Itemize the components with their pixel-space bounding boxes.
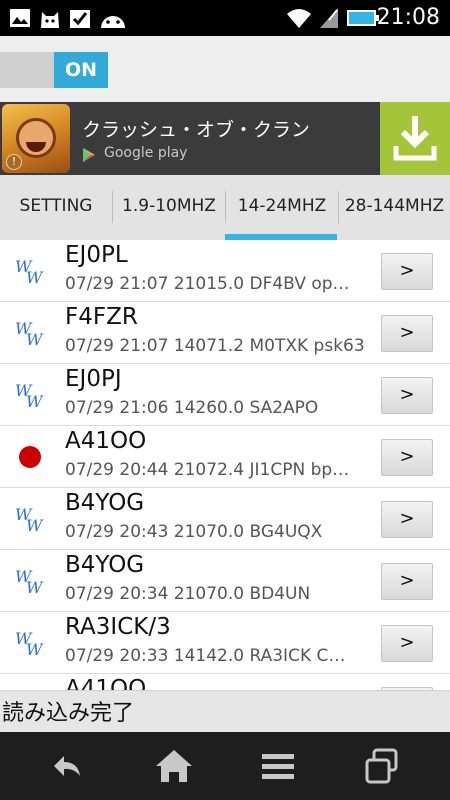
spot-callsign: B4YOG [65,490,145,516]
ww-icon: W W [15,319,44,348]
svg-text:W: W [26,640,44,658]
home-icon[interactable] [152,746,196,786]
svg-text:W: W [26,578,44,596]
spot-callsign: RA3ICK/3 [65,614,171,640]
list-item[interactable]: W W RA3ICK/3 07/29 20:33 14142.0 RA3ICK … [0,612,450,674]
status-bar: 21:08 [0,0,450,36]
spot-detail: 07/29 20:43 21070.0 BG4UQX [65,522,323,542]
spot-detail: 07/29 20:33 14142.0 RA3ICK C… [65,646,346,666]
menu-icon[interactable] [256,746,300,786]
list-item[interactable]: W W F4FZR 07/29 21:07 14071.2 M0TXK psk6… [0,302,450,364]
switch-on-label: ON [54,52,108,88]
spot-detail-button[interactable]: > [381,315,433,352]
band-tabs: SETTING 1.9-10MHZ 14-24MHZ 28-144MHZ [0,175,450,240]
list-item[interactable]: W W EJ0PL 07/29 21:07 21015.0 DF4BV op… … [0,240,450,302]
svg-text:W: W [26,516,44,534]
spot-detail-button[interactable]: > [381,439,433,476]
spot-detail: 07/29 21:07 21015.0 DF4BV op… [65,274,350,294]
spot-detail-button[interactable]: > [381,377,433,414]
load-status-bar: 読み込み完了 [0,690,450,732]
load-status-text: 読み込み完了 [2,701,135,726]
spot-callsign: EJ0PL [65,242,128,268]
ad-title: クラッシュ・オブ・クラン [82,119,311,141]
spot-callsign: B4YOG [65,552,145,578]
spot-detail: 07/29 20:34 21070.0 BD4UN [65,584,311,604]
spot-detail: 07/29 20:44 21072.4 JI1CPN bp… [65,460,350,480]
recent-apps-icon[interactable] [360,746,404,786]
list-item[interactable]: W W EJ0PJ 07/29 21:06 14260.0 SA2APO > [0,364,450,426]
back-icon[interactable] [44,746,88,786]
battery-icon [347,10,379,26]
ww-icon: W W [15,381,44,410]
signal-icon [320,8,338,28]
download-button[interactable] [380,102,450,175]
navigation-bar [0,732,450,800]
android-icon [101,16,125,28]
tab-14-24mhz[interactable]: 14-24MHZ [226,175,338,240]
clock: 21:08 [376,5,440,30]
spot-detail-button[interactable]: > [381,253,433,290]
spot-detail-button[interactable]: > [381,501,433,538]
spot-detail-button[interactable]: > [381,625,433,662]
ww-icon: W W [15,505,44,534]
toggle-row: ON [0,36,450,102]
wifi-icon [287,9,311,28]
store-label: Google play [104,145,188,161]
list-item[interactable]: W W A41OO > [0,674,450,690]
on-off-switch[interactable]: ON [0,52,108,88]
spot-detail: 07/29 21:06 14260.0 SA2APO [65,398,319,418]
spot-list[interactable]: W W EJ0PL 07/29 21:07 21015.0 DF4BV op… … [0,240,450,690]
spot-callsign: A41OO [65,676,147,690]
tab-28-144mhz[interactable]: 28-144MHZ [339,175,450,240]
ad-banner[interactable]: ! クラッシュ・オブ・クラン Google play [0,102,450,175]
image-icon [10,9,30,27]
ww-icon: W W [15,257,44,286]
list-item[interactable]: A41OO 07/29 20:44 21072.4 JI1CPN bp… > [0,426,450,488]
list-item[interactable]: W W B4YOG 07/29 20:34 21070.0 BD4UN > [0,550,450,612]
svg-text:W: W [26,330,44,348]
checkmark-icon [70,10,90,28]
tab-1-9-10mhz[interactable]: 1.9-10MHZ [113,175,225,240]
tab-setting[interactable]: SETTING [0,175,112,240]
cat-icon [41,12,59,28]
ww-icon: W W [15,629,44,658]
spot-detail-button[interactable]: > [381,563,433,600]
spot-callsign: A41OO [65,428,147,454]
japan-flag-icon [19,446,41,468]
app-thumbnail-icon: ! [2,104,70,173]
download-icon [393,116,437,161]
svg-text:W: W [26,268,44,286]
google-play-icon [83,148,95,162]
list-item[interactable]: W W B4YOG 07/29 20:43 21070.0 BG4UQX > [0,488,450,550]
spot-callsign: F4FZR [65,304,138,330]
ww-icon: W W [15,567,44,596]
svg-text:W: W [26,392,44,410]
spot-detail: 07/29 21:07 14071.2 M0TXK psk63 [65,336,365,356]
spot-callsign: EJ0PJ [65,366,122,392]
